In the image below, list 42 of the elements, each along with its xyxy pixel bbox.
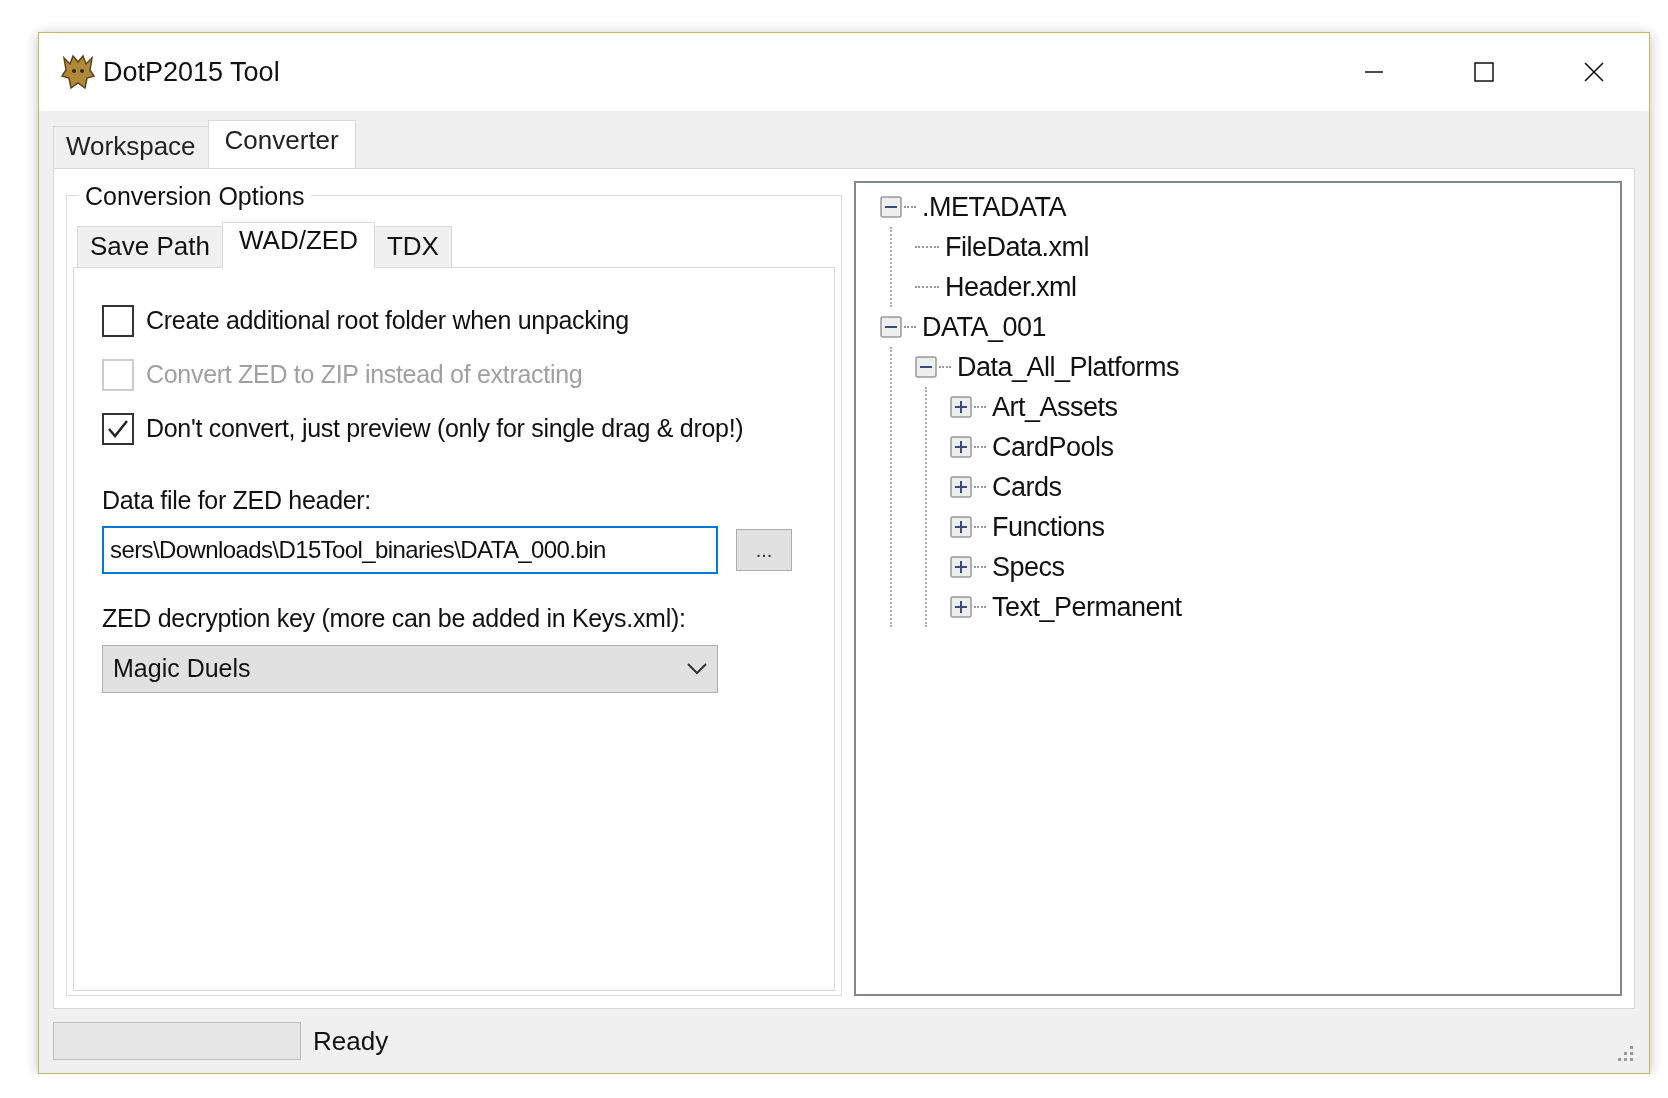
- maximize-icon: [1474, 62, 1494, 82]
- tree-item[interactable]: Text_Permanent: [990, 586, 1184, 628]
- app-icon: [61, 54, 95, 90]
- checkbox[interactable]: [102, 413, 134, 445]
- minimize-icon: [1364, 71, 1384, 73]
- status-text: Ready: [313, 1024, 389, 1058]
- window-title: DotP2015 Tool: [103, 55, 280, 89]
- tree-item[interactable]: FileData.xml: [943, 226, 1092, 268]
- tab[interactable]: Workspace: [53, 125, 209, 168]
- collapse-icon[interactable]: [880, 316, 902, 338]
- checkbox-label: Create additional root folder when unpacking: [146, 305, 629, 337]
- expand-icon[interactable]: [950, 556, 972, 578]
- key-dropdown[interactable]: Magic Duels: [102, 645, 718, 693]
- checkbox[interactable]: [102, 305, 134, 337]
- tree-item[interactable]: CardPools: [990, 426, 1116, 468]
- tree-item[interactable]: DATA_001: [920, 306, 1049, 348]
- tree-item[interactable]: Header.xml: [943, 266, 1079, 308]
- expand-icon[interactable]: [950, 436, 972, 458]
- expand-icon[interactable]: [950, 596, 972, 618]
- expand-icon[interactable]: [950, 516, 972, 538]
- collapse-icon[interactable]: [915, 356, 937, 378]
- tree-item[interactable]: Data_All_Platforms: [955, 346, 1182, 388]
- tree-item[interactable]: Specs: [990, 546, 1067, 588]
- collapse-icon[interactable]: [880, 196, 902, 218]
- tab[interactable]: TDX: [373, 225, 452, 268]
- close-icon: [1583, 61, 1605, 83]
- expand-icon[interactable]: [950, 476, 972, 498]
- path-input-field[interactable]: sers\Downloads\D15Tool_binaries\DATA_000.bin: [102, 525, 718, 574]
- tree-item[interactable]: .METADATA: [920, 186, 1068, 228]
- expand-icon[interactable]: [950, 396, 972, 418]
- chevron-down-icon: [687, 663, 707, 675]
- field-label: ZED decryption key (more can be added in Keys.xml):: [102, 602, 687, 634]
- tab[interactable]: WAD/ZED: [222, 221, 375, 268]
- tab[interactable]: Converter: [207, 119, 356, 168]
- checkbox-label: Don't convert, just preview (only for single drag & drop!): [146, 413, 744, 445]
- tree-item[interactable]: Cards: [990, 466, 1064, 508]
- field-label: Data file for ZED header:: [102, 485, 372, 516]
- tree-item[interactable]: Art_Assets: [990, 386, 1120, 428]
- tree-item[interactable]: Functions: [990, 506, 1107, 548]
- checkbox-label: Convert ZED to ZIP instead of extracting: [146, 359, 583, 391]
- browse-button[interactable]: ...: [736, 528, 792, 571]
- tab[interactable]: Save Path: [77, 225, 223, 268]
